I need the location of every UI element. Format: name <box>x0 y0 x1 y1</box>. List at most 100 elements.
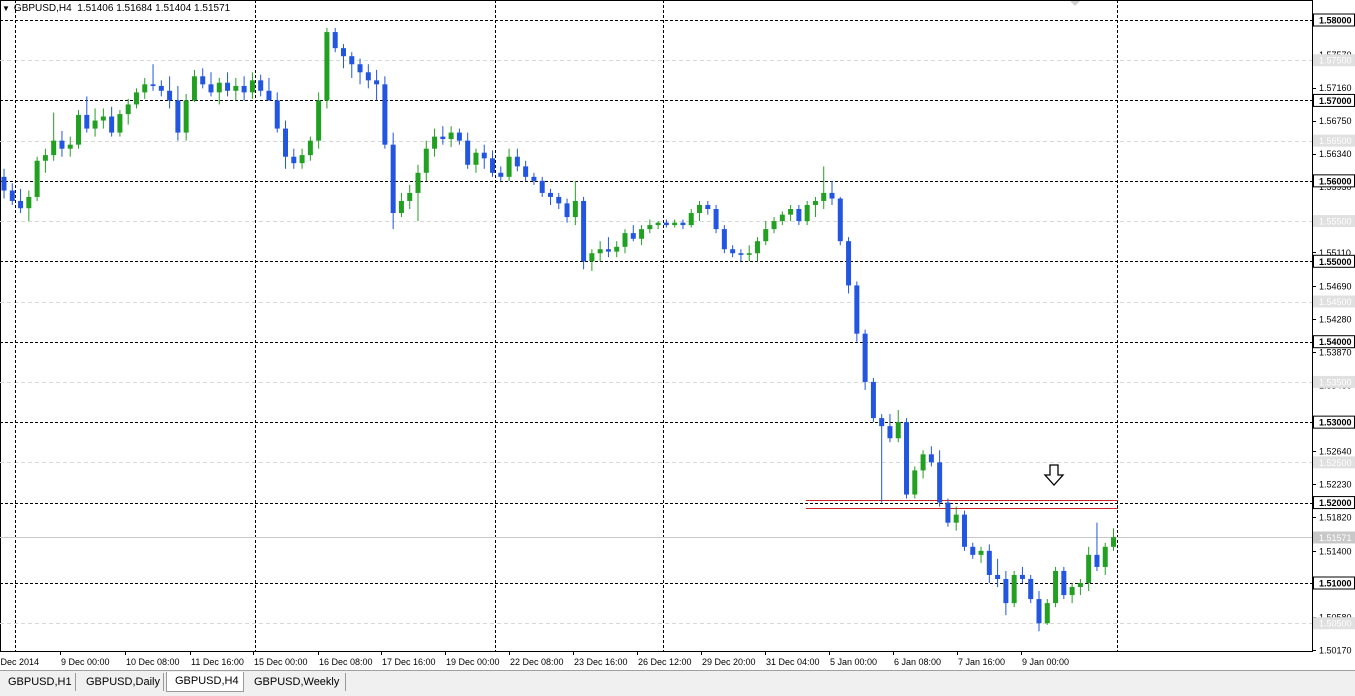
major-level-label: 1.57000 <box>1319 96 1352 106</box>
candle-body <box>887 426 893 439</box>
candle-body <box>572 200 578 218</box>
candle-body <box>316 100 322 141</box>
time-tick-label: 9 Jan 00:00 <box>1022 657 1069 667</box>
candle-body <box>241 85 247 93</box>
candle-body <box>109 116 115 133</box>
candle-body <box>100 116 106 121</box>
candle-body <box>928 454 934 463</box>
minor-level-label: 1.56500 <box>1319 136 1352 146</box>
candle-body <box>953 514 959 523</box>
candle-body <box>622 233 628 247</box>
candle-body <box>812 200 818 205</box>
candle-body <box>332 32 338 49</box>
candle-body <box>539 180 545 193</box>
candle-body <box>183 100 189 133</box>
price-tick-label: 1.51820 <box>1319 513 1352 523</box>
candle-body <box>307 140 313 156</box>
candle-body <box>18 200 24 209</box>
candle-body <box>349 56 355 65</box>
candle-body <box>117 114 123 133</box>
price-tick-label: 1.56340 <box>1319 149 1352 159</box>
candle-body <box>407 192 413 201</box>
tab-label: GBPUSD,Daily <box>86 676 160 688</box>
time-tick-label: 5 Jan 00:00 <box>830 657 877 667</box>
major-level-label: 1.58000 <box>1319 16 1352 26</box>
candle-body <box>514 156 520 167</box>
candle-body <box>721 229 727 250</box>
time-tick-label: 17 Dec 16:00 <box>382 657 436 667</box>
time-tick-label: 11 Dec 16:00 <box>191 657 244 667</box>
price-tick-label: 1.52640 <box>1319 447 1352 457</box>
candle-body <box>133 92 139 105</box>
candle-body <box>862 333 868 382</box>
candle-body <box>498 172 504 177</box>
candle-body <box>291 156 297 164</box>
candle-body <box>225 82 231 91</box>
candle-body <box>167 90 173 101</box>
candle-body <box>390 144 396 214</box>
candle-body <box>357 64 363 73</box>
time-tick-label: 6 Jan 08:00 <box>894 657 941 667</box>
candle-body <box>697 204 703 214</box>
time-tick-label: 26 Dec 12:00 <box>638 657 692 667</box>
candle-body <box>937 462 943 503</box>
candle-body <box>191 76 197 101</box>
candle-body <box>398 200 404 214</box>
candle-body <box>1011 574 1017 604</box>
candle-body <box>340 48 346 57</box>
candle-body <box>274 100 280 129</box>
candle-body <box>647 225 653 230</box>
major-level-label: 1.55000 <box>1319 257 1352 267</box>
tab-gbpusd-weekly[interactable]: GBPUSD,Weekly <box>246 673 346 691</box>
candle-body <box>879 418 885 427</box>
candle-body <box>1086 554 1092 583</box>
tab-gbpusd-daily[interactable]: GBPUSD,Daily <box>78 673 164 691</box>
candle-body <box>1069 587 1075 596</box>
time-tick-label: 5 Dec 2014 <box>0 657 39 667</box>
minor-level-label: 1.55500 <box>1319 217 1352 227</box>
candle-body <box>365 72 371 81</box>
time-tick-label: 22 Dec 08:00 <box>510 657 564 667</box>
price-tick-label: 1.53870 <box>1319 348 1352 358</box>
candle-body <box>26 196 32 209</box>
time-tick-label: 29 Dec 20:00 <box>702 657 756 667</box>
candle-body <box>432 136 438 149</box>
price-tick-label: 1.56750 <box>1319 116 1352 126</box>
candle-body <box>564 203 570 218</box>
candle-body <box>423 148 429 173</box>
candle-body <box>1003 578 1009 604</box>
candle-body <box>1102 546 1108 567</box>
candle-body <box>738 253 744 255</box>
chart-area[interactable]: 1.575701.571601.567501.563401.559301.551… <box>0 0 1355 670</box>
candle-body <box>258 80 264 91</box>
tab-gbpusd-h1[interactable]: GBPUSD,H1 <box>0 673 76 691</box>
candle-body <box>713 209 719 230</box>
tab-label: GBPUSD,H4 <box>175 675 239 687</box>
candle-body <box>796 209 802 222</box>
candle-body <box>589 253 595 262</box>
candle-body <box>440 136 446 140</box>
candle-body <box>59 140 65 149</box>
candle-body <box>382 84 388 145</box>
tab-label: GBPUSD,Weekly <box>254 676 340 688</box>
candle-body <box>904 422 910 495</box>
candle-body <box>490 158 496 173</box>
candle-body <box>9 190 15 201</box>
chart-menu-triangle-icon[interactable]: ▼ <box>2 4 10 13</box>
time-tick-label: 7 Jan 16:00 <box>958 657 1005 667</box>
candle-body <box>961 514 967 547</box>
candle-body <box>175 100 181 133</box>
candle-body <box>456 132 462 141</box>
candle-body <box>216 82 222 93</box>
candle-body <box>1044 603 1050 624</box>
candle-body <box>150 84 156 86</box>
candle-body <box>614 246 620 252</box>
symbol-label: GBPUSD,H4 <box>13 3 72 14</box>
candle-body <box>200 76 206 85</box>
candle-body <box>705 204 711 210</box>
current-price-label: 1.51571 <box>1319 533 1352 543</box>
price-chart[interactable]: 1.575701.571601.567501.563401.559301.551… <box>0 0 1355 670</box>
tab-gbpusd-h4[interactable]: GBPUSD,H4 <box>166 672 244 692</box>
time-tick-label: 16 Dec 08:00 <box>319 657 373 667</box>
candle-body <box>523 166 529 177</box>
